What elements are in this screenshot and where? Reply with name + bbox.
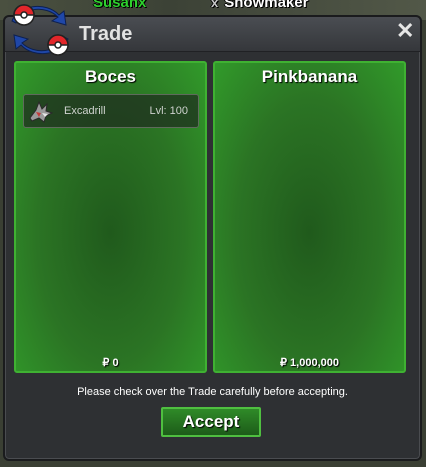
close-button[interactable]: ✕ xyxy=(396,20,414,42)
trade-window: Trade ✕ Boces Excadrill Lvl: 100 ₽ 0 Pin… xyxy=(3,4,422,461)
player-name-tag: Susanx xyxy=(93,0,147,11)
offer-panel-left: Boces Excadrill Lvl: 100 ₽ 0 xyxy=(14,61,207,373)
trade-item-slot[interactable]: Excadrill Lvl: 100 xyxy=(23,94,199,128)
money-offer: ₽ 1,000,000 xyxy=(280,357,339,369)
pokemon-level: Lvl: 100 xyxy=(149,105,188,117)
player-mark: x xyxy=(211,0,219,10)
money-offer: ₽ 0 xyxy=(102,357,119,369)
trader-name: Pinkbanana xyxy=(261,67,358,86)
excadrill-icon xyxy=(29,100,54,123)
window-title: Trade xyxy=(79,23,133,45)
trader-name: Boces xyxy=(84,67,137,86)
trade-warning-text: Please check over the Trade carefully be… xyxy=(77,386,348,398)
trade-logo-icon xyxy=(11,4,69,56)
accept-button[interactable]: Accept xyxy=(161,407,261,437)
pokemon-name: Excadrill xyxy=(64,105,106,117)
player-name: Snowmaker xyxy=(224,0,309,11)
player-name-tag: x Snowmaker xyxy=(211,0,308,11)
offer-panel-right: Pinkbanana ₽ 1,000,000 xyxy=(213,61,406,373)
